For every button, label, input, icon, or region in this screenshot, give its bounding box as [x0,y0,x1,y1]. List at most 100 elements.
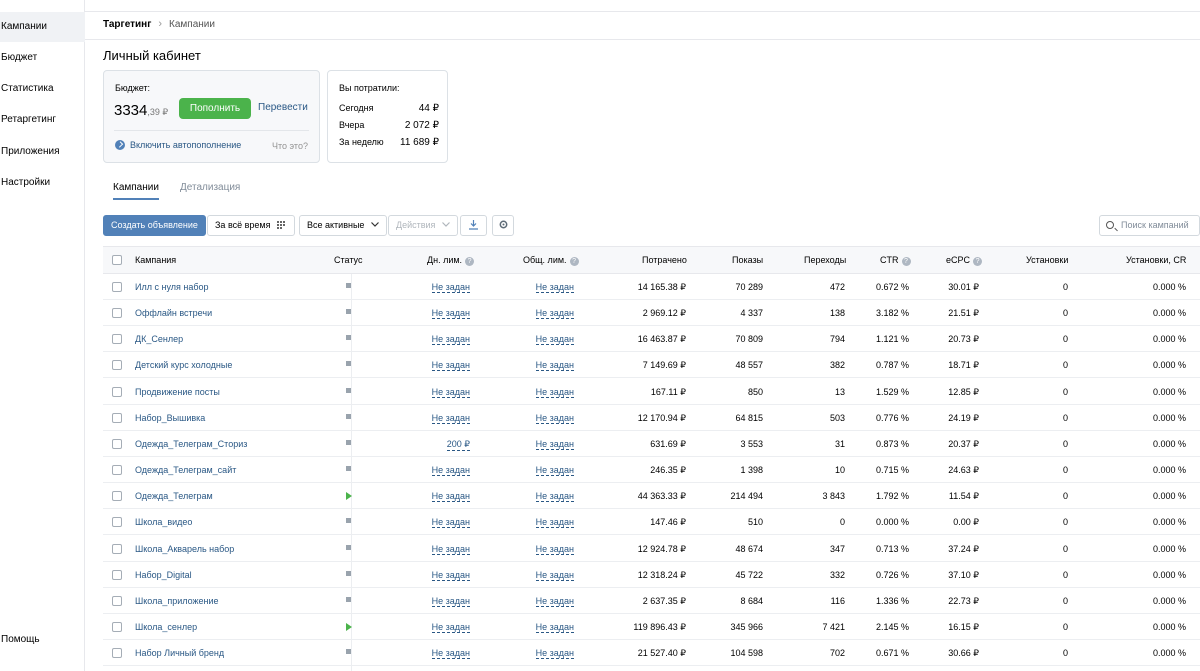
stop-icon[interactable] [346,544,351,550]
help-icon[interactable]: ? [901,257,911,266]
row-checkbox[interactable] [112,308,122,319]
sidebar-item-retargeting[interactable]: Ретаргетинг [0,105,85,135]
help-icon[interactable]: ? [569,257,579,266]
stop-icon[interactable] [346,570,351,576]
daily-limit-link[interactable]: Не задан [431,622,470,633]
play-icon[interactable] [346,492,352,501]
stop-icon[interactable] [346,309,351,315]
table-row[interactable]: Продвижение посты Не задан Не задан 167.11 … [103,379,1200,405]
table-row[interactable]: ДК_Сенлер Не задан Не задан 16 463.87 ₽ 70 8… [103,326,1200,353]
header-status[interactable]: Статус [334,255,362,265]
table-row[interactable]: Одежда_Телеграм Не задан Не задан 44 363.33… [103,483,1200,510]
campaign-name-link[interactable]: Одежда_Телеграм_сайт [135,465,236,475]
stop-icon[interactable] [346,283,351,288]
stop-icon[interactable] [346,413,351,419]
daily-limit-link[interactable]: Не задан [431,282,470,293]
tab-campaigns[interactable]: Кампании [113,182,159,193]
campaign-name-link[interactable]: Оффлайн встречи [135,308,212,318]
total-limit-link[interactable]: Не задан [535,282,574,293]
daily-limit-link[interactable]: Не задан [431,360,470,372]
campaign-name-link[interactable]: Школа_сенлер [135,622,197,632]
row-checkbox[interactable] [112,621,122,632]
stop-icon[interactable] [346,335,351,341]
topup-button[interactable]: Пополнить [179,98,251,119]
total-limit-link[interactable]: Не задан [535,570,574,581]
table-row[interactable]: Школа_Акварель набор Не задан Не задан 12 9… [103,536,1200,562]
sidebar-item-help[interactable]: Помощь [0,625,85,655]
header-spent[interactable]: Потрачено [642,255,687,265]
campaign-name-link[interactable]: Детский курс холодные [135,360,232,370]
sidebar-item-campaigns[interactable]: Кампании [0,12,85,42]
table-row[interactable]: Школа_сенлер Не задан Не задан 119 896.43 ₽… [103,614,1200,640]
campaign-name-link[interactable]: ДК_Сенлер [135,334,183,344]
stop-icon[interactable] [346,466,351,472]
daily-limit-link[interactable]: Не задан [431,544,470,555]
stop-icon[interactable] [346,361,351,367]
select-all-checkbox[interactable] [112,255,122,265]
what-is-link[interactable]: Что это? [272,141,308,151]
help-icon[interactable]: ? [973,257,983,266]
autorefill-toggle[interactable]: Включить автопополнение [115,140,241,150]
stop-icon[interactable] [346,649,351,655]
campaign-name-link[interactable]: Набор_Вышивка [135,413,205,423]
row-checkbox[interactable] [112,386,122,397]
campaign-search-input[interactable]: Поиск кампаний [1099,215,1200,236]
row-checkbox[interactable] [112,360,122,371]
row-checkbox[interactable] [112,438,122,449]
create-ad-button[interactable]: Создать объявление [103,215,206,236]
campaign-name-link[interactable]: Школа_видео [135,517,192,527]
total-limit-link[interactable]: Не задан [535,465,574,477]
sidebar-item-statistics[interactable]: Статистика [0,74,85,104]
period-selector[interactable]: За всё время [207,215,295,236]
stop-icon[interactable] [346,439,351,445]
table-row[interactable]: Набор Личный бренд Не задан Не задан 21 527… [103,640,1200,667]
daily-limit-link[interactable]: Не задан [431,334,470,346]
table-row[interactable]: Набор_Вышивка Не задан Не задан 12 170.94 ₽… [103,405,1200,431]
row-checkbox[interactable] [112,334,122,345]
row-checkbox[interactable] [112,595,122,606]
header-ecpc[interactable]: eCPC? [946,255,983,266]
daily-limit-link[interactable]: Не задан [431,387,470,398]
campaign-name-link[interactable]: Одежда_Телеграм_Сториз [135,439,247,449]
total-limit-link[interactable]: Не задан [535,544,574,555]
header-clicks[interactable]: Переходы [804,255,846,265]
row-checkbox[interactable] [112,412,122,423]
row-checkbox[interactable] [112,282,122,292]
total-limit-link[interactable]: Не задан [535,387,574,398]
stop-icon[interactable] [346,387,351,393]
play-icon[interactable] [346,622,352,631]
header-installs[interactable]: Установки [1026,255,1068,265]
campaign-name-link[interactable]: Продвижение посты [135,387,220,397]
table-row[interactable]: Одежда_Телеграм_сайт Не задан Не задан 246.… [103,457,1200,484]
actions-select[interactable]: Действия [388,215,458,236]
sidebar-item-apps[interactable]: Приложения [0,137,85,167]
total-limit-link[interactable]: Не задан [535,308,574,320]
total-limit-link[interactable]: Не задан [535,648,574,660]
campaign-name-link[interactable]: Школа_приложение [135,596,219,606]
sidebar-item-budget[interactable]: Бюджет [0,43,85,73]
row-checkbox[interactable] [112,465,122,476]
header-daily-limit[interactable]: Дн. лим.? [427,255,475,266]
campaign-name-link[interactable]: Илл с нуля набор [135,282,209,292]
total-limit-link[interactable]: Не задан [535,596,574,607]
total-limit-link[interactable]: Не задан [535,491,574,503]
daily-limit-link[interactable]: Не задан [431,517,470,529]
sidebar-item-settings[interactable]: Настройки [0,168,85,198]
header-total-limit[interactable]: Общ. лим.? [523,255,579,266]
settings-button[interactable] [492,215,514,236]
table-row[interactable]: Школа_приложение Не задан Не задан 2 637.35… [103,588,1200,614]
tab-details[interactable]: Детализация [180,182,240,193]
total-limit-link[interactable]: Не задан [535,334,574,346]
campaign-name-link[interactable]: Одежда_Телеграм [135,491,213,501]
status-filter-select[interactable]: Все активные [299,215,387,236]
header-campaign[interactable]: Кампания [135,255,176,265]
daily-limit-link[interactable]: Не задан [431,308,470,320]
download-button[interactable] [460,215,487,236]
table-row[interactable]: Илл с нуля набор Не задан Не задан 14 165.3… [103,274,1200,300]
campaign-name-link[interactable]: Набор_Digital [135,570,192,580]
total-limit-link[interactable]: Не задан [535,413,574,424]
daily-limit-link[interactable]: Не задан [431,413,470,424]
table-row[interactable]: Одежда_Телеграм_Сториз 200 ₽ Не задан 631.6… [103,431,1200,457]
total-limit-link[interactable]: Не задан [535,439,574,450]
table-row[interactable]: Оффлайн встречи Не задан Не задан 2 969.12 … [103,300,1200,327]
